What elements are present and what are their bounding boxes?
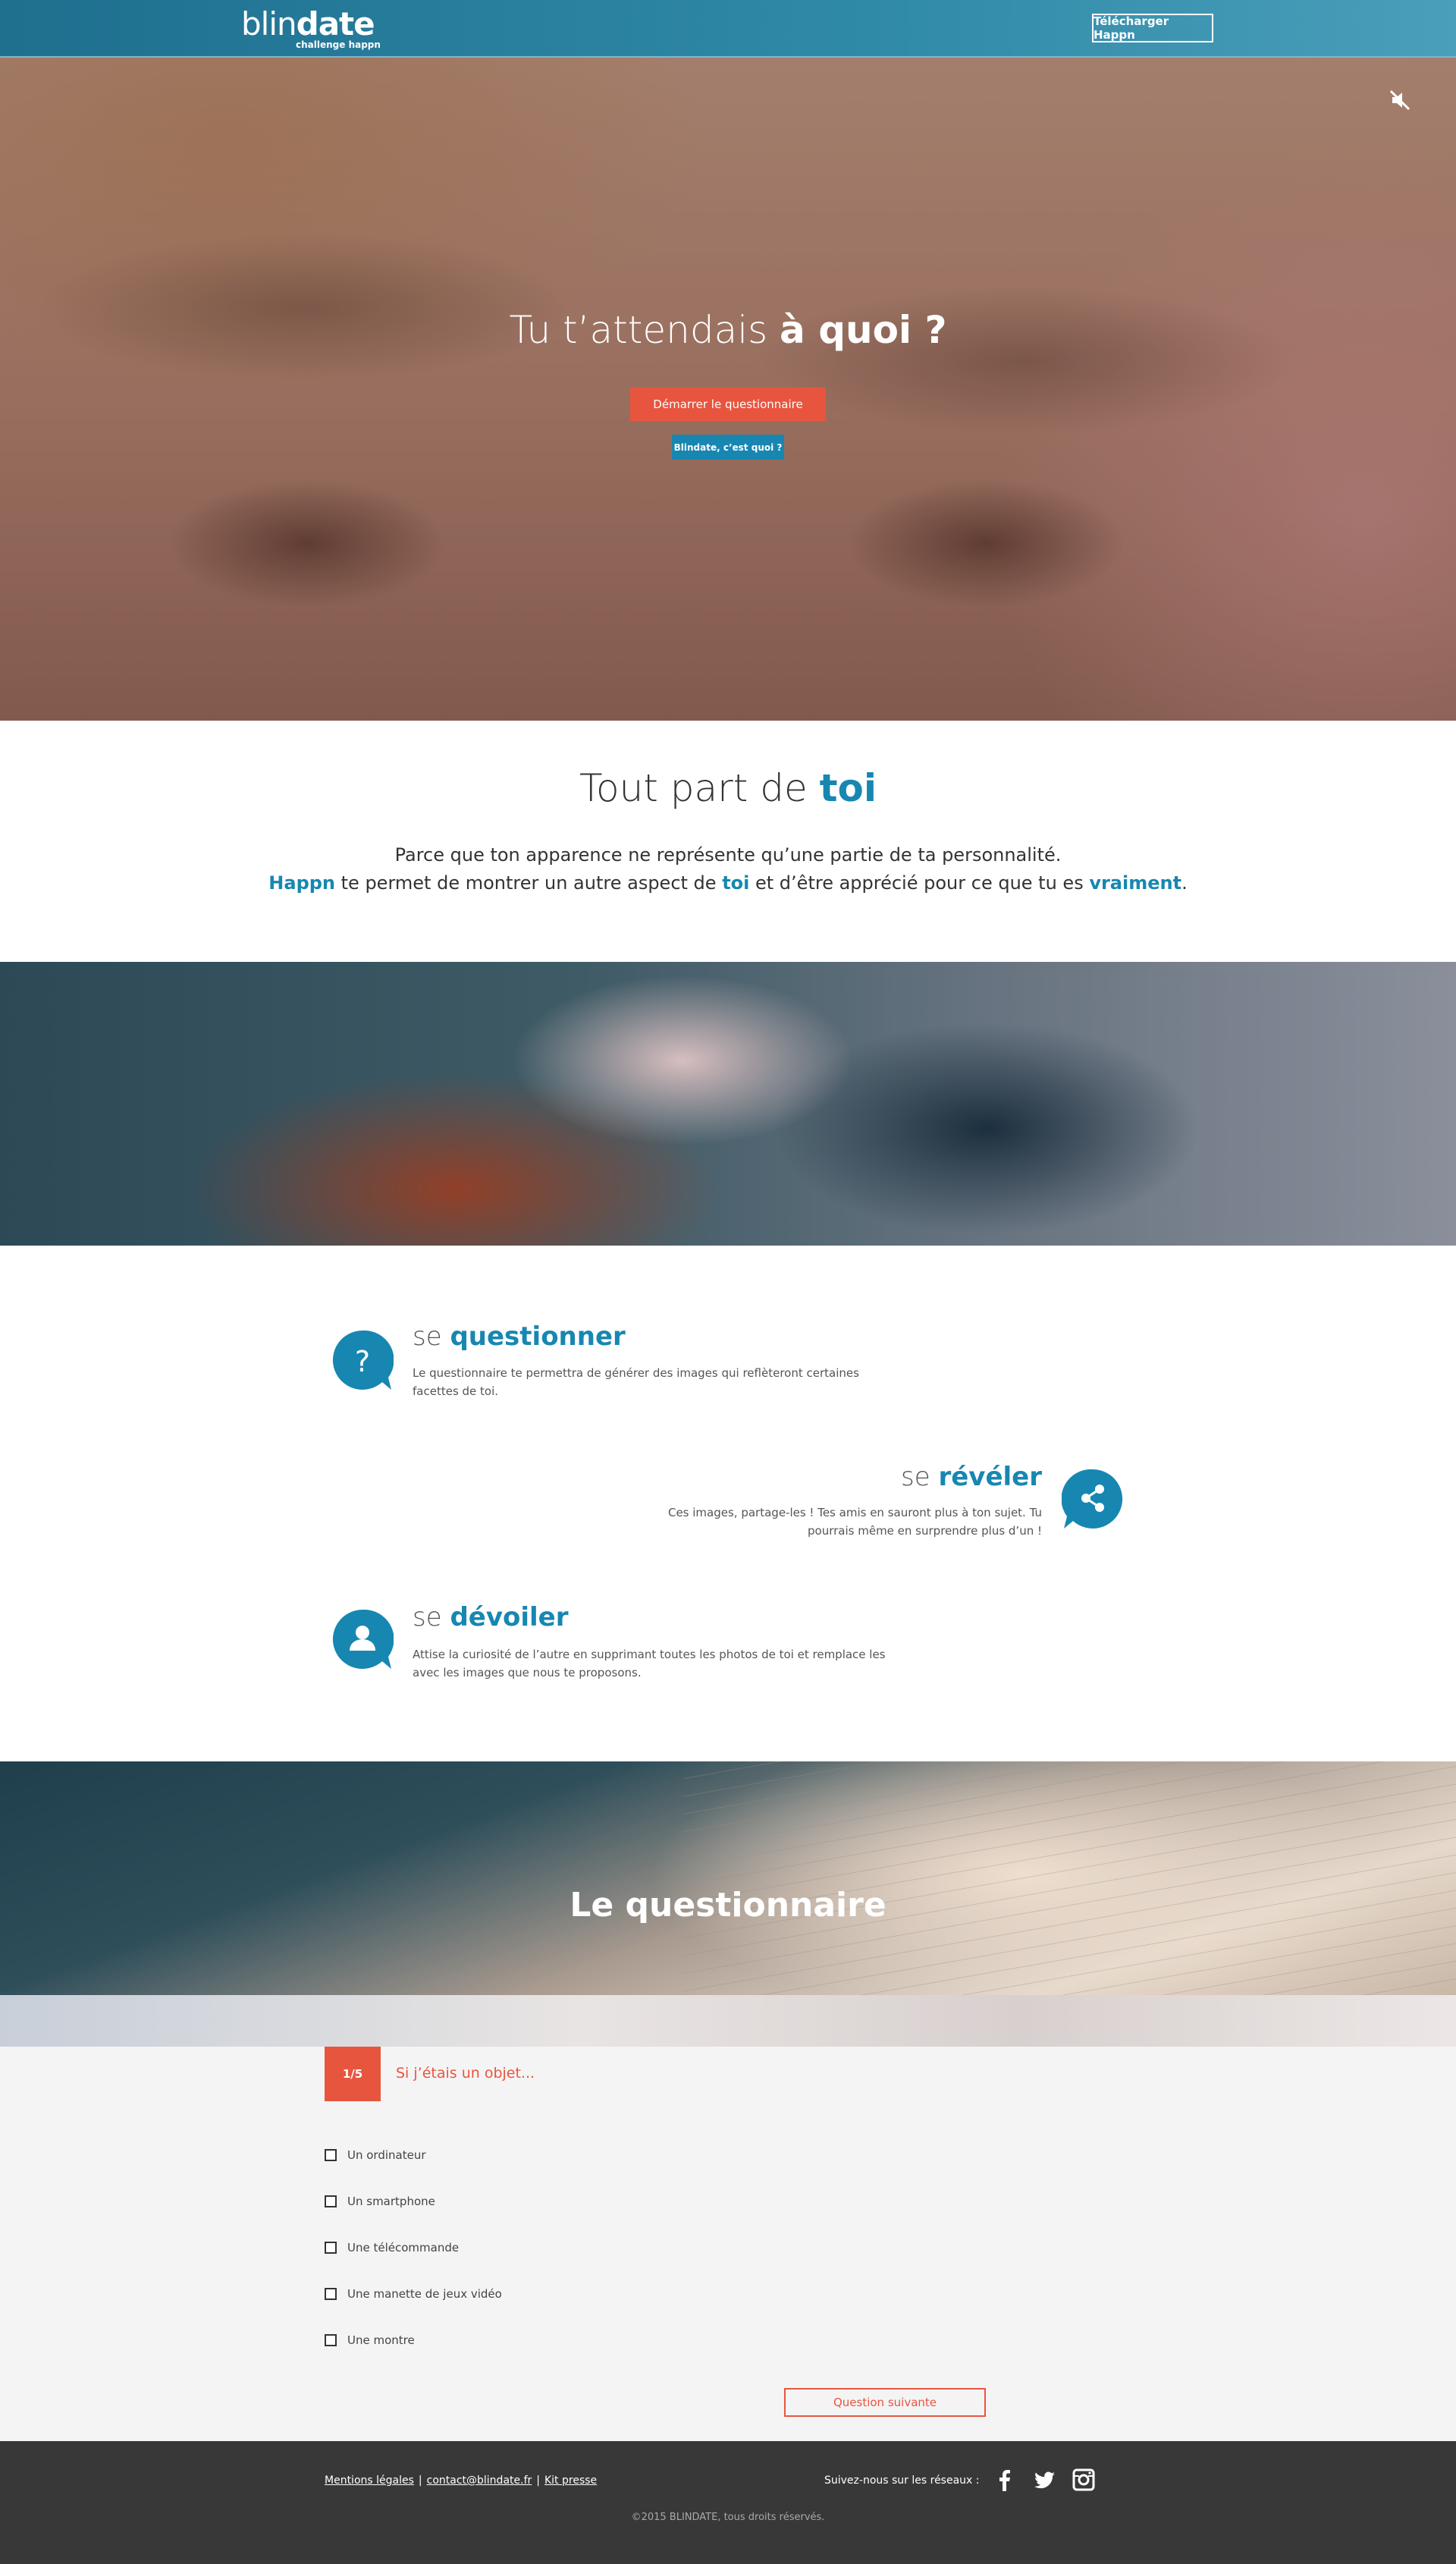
checkbox[interactable] <box>325 2195 337 2207</box>
features-section: ? se questionner Le questionnaire te per… <box>0 1246 1456 1761</box>
link-separator: | <box>418 2474 422 2487</box>
notebook-photo-band <box>0 1761 1456 1995</box>
contact-email-link[interactable]: contact@blindate.fr <box>427 2474 532 2487</box>
hero-section: Tu t’attendais à quoi ? Démarrer le ques… <box>0 58 1456 721</box>
social-icons <box>993 2468 1095 2491</box>
hero-title: Tu t’attendais à quoi ? <box>509 308 947 352</box>
feature-title-devoiler: se dévoiler <box>413 1602 569 1632</box>
question-text: Si j’étais un objet... <box>396 2065 535 2082</box>
question-section: 1/5 Si j’étais un objet... Un ordinateur… <box>0 2047 1456 2441</box>
site-footer: Mentions légales | contact@blindate.fr | Kit… <box>0 2441 1456 2564</box>
intro-section: Tout part de toi Parce que ton apparence… <box>0 721 1456 962</box>
twitter-icon[interactable] <box>1033 2468 1056 2491</box>
checkbox[interactable] <box>325 2242 337 2254</box>
feature-desc-reveler: Ces images, partage-les ! Tes amis en sa… <box>667 1506 1042 1538</box>
questionnaire-banner-title: Le questionnaire <box>570 1886 886 1925</box>
question-mark-icon: ? <box>331 1329 394 1394</box>
next-question-button[interactable]: Question suivante <box>784 2388 986 2417</box>
option-montre[interactable]: Une montre <box>325 2333 415 2347</box>
blindate-logo[interactable]: blindate challenge happn <box>241 5 381 51</box>
checkbox[interactable] <box>325 2334 337 2346</box>
download-happn-button[interactable]: Télécharger Happn <box>1092 14 1213 42</box>
follow-us-label: Suivez-nous sur les réseaux : <box>824 2474 980 2487</box>
link-separator: | <box>536 2474 540 2487</box>
legal-notice-link[interactable]: Mentions légales <box>325 2474 414 2487</box>
logo-tagline: challenge happn <box>296 39 381 50</box>
intro-text-line1: Parce que ton apparence ne représente qu… <box>394 844 1062 866</box>
option-smartphone[interactable]: Un smartphone <box>325 2195 435 2208</box>
site-header: blindate challenge happn Télécharger Hap… <box>0 0 1456 58</box>
photo-strip <box>0 1995 1456 2047</box>
user-icon <box>331 1608 394 1673</box>
what-is-blindate-button[interactable]: Blindate, c’est quoi ? <box>672 435 784 460</box>
guitar-photo-band <box>0 962 1456 1246</box>
feature-title-reveler: se révéler <box>901 1462 1042 1492</box>
checkbox[interactable] <box>325 2288 337 2300</box>
feature-desc-questionner: Le questionnaire te permettra de générer… <box>413 1366 859 1398</box>
copyright-text: ©2015 BLINDATE, tous droits réservés. <box>631 2512 825 2523</box>
footer-links: Mentions légales | contact@blindate.fr | Kit… <box>325 2474 597 2487</box>
intro-text-line2: Happn te permet de montrer un autre aspe… <box>268 872 1188 894</box>
facebook-icon[interactable] <box>993 2468 1016 2491</box>
feature-desc-devoiler: Attise la curiosité de l’autre en suppri… <box>413 1648 886 1679</box>
start-questionnaire-button[interactable]: Démarrer le questionnaire <box>630 388 826 421</box>
press-kit-link[interactable]: Kit presse <box>544 2474 597 2487</box>
logo-wordmark: blindate <box>241 5 375 42</box>
option-telecommande[interactable]: Une télécommande <box>325 2241 459 2254</box>
option-ordinateur[interactable]: Un ordinateur <box>325 2148 426 2162</box>
instagram-icon[interactable] <box>1072 2468 1095 2491</box>
svg-text:?: ? <box>355 1345 370 1378</box>
checkbox[interactable] <box>325 2149 337 2161</box>
option-manette[interactable]: Une manette de jeux vidéo <box>325 2287 502 2301</box>
notebook-lines-decoration <box>682 1761 1456 1995</box>
feature-title-questionner: se questionner <box>413 1321 626 1352</box>
speaker-muted-icon[interactable] <box>1388 88 1412 112</box>
share-icon <box>1061 1468 1124 1533</box>
intro-title: Tout part de toi <box>579 766 877 810</box>
question-step-badge: 1/5 <box>325 2047 381 2101</box>
